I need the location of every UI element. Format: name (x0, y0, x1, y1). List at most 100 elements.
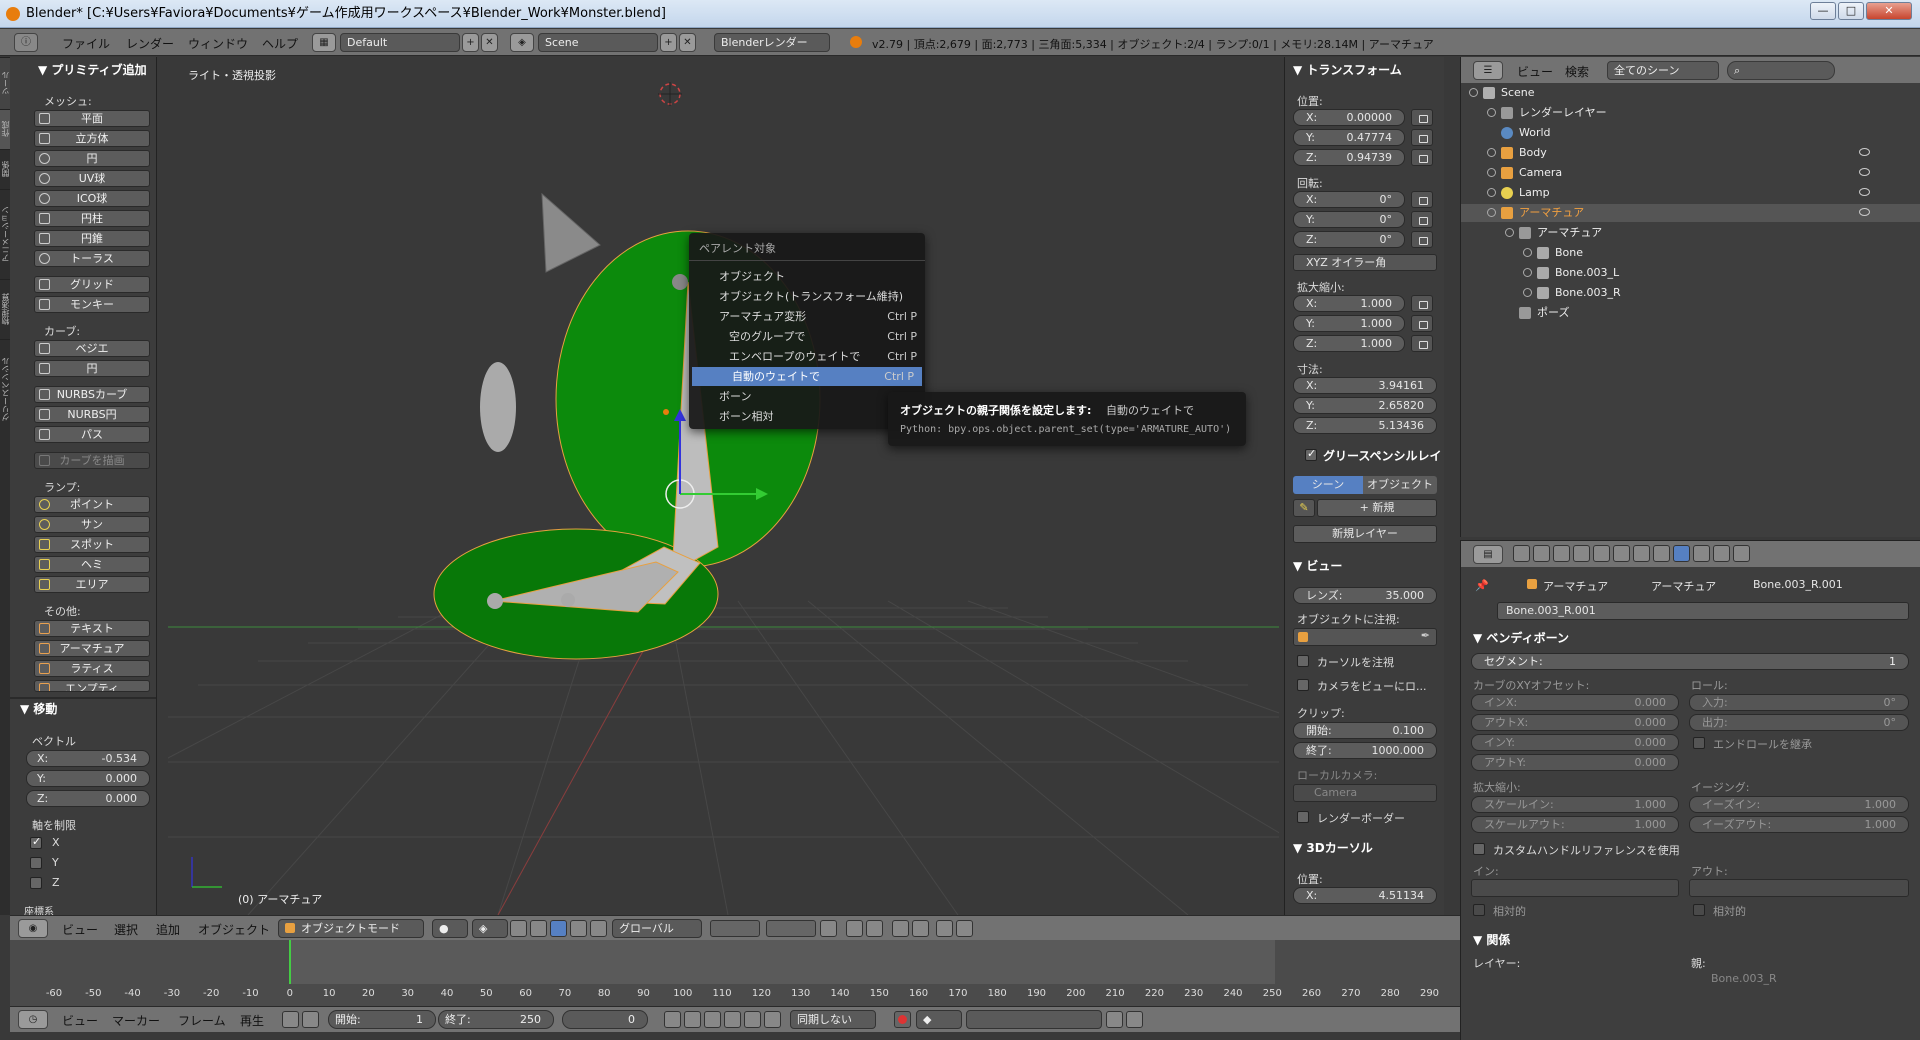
layer-buttons-b[interactable] (766, 920, 816, 937)
maximize-button[interactable]: □ (1838, 2, 1864, 20)
lock-time-icon[interactable] (302, 1011, 319, 1028)
add-empty-button[interactable]: エンプティ (34, 680, 150, 692)
grease-new-layer-button[interactable]: 新規レイヤー (1293, 525, 1437, 543)
add-lattice-button[interactable]: ラティス (34, 660, 150, 677)
relations-header[interactable]: ▼ 関係 (1473, 931, 1510, 948)
scale-manipulator-icon[interactable] (590, 920, 607, 937)
render-tab-icon[interactable] (1513, 545, 1530, 562)
add-monkey-button[interactable]: モンキー (34, 296, 150, 313)
roll-out-field[interactable]: 出力: 0° (1689, 714, 1909, 731)
grease-object-tab[interactable]: オブジェクト (1363, 476, 1437, 494)
tab-relations[interactable]: 関係 (0, 149, 10, 189)
grease-scene-tab[interactable]: シーン (1293, 476, 1363, 494)
3d-viewport[interactable]: ライト・透視投影 (0) アーマチュア (168, 57, 1279, 915)
add-layout-button[interactable]: + (462, 33, 479, 52)
handle-out-field[interactable] (1689, 879, 1909, 897)
parent-empty-groups-item[interactable]: 空のグループで Ctrl P (689, 327, 925, 346)
tab-create[interactable]: 作成 (0, 109, 10, 149)
bone-name-input[interactable]: Bone.003_R.001 (1497, 602, 1909, 620)
handle-in-field[interactable] (1471, 879, 1679, 897)
lock-rotation-x-icon[interactable] (1411, 191, 1433, 208)
add-area-lamp-button[interactable]: エリア (34, 576, 150, 593)
3d-cursor-header[interactable]: ▼ 3Dカーソル (1293, 839, 1373, 856)
lock-cursor-checkbox[interactable] (1297, 655, 1309, 667)
move-operator-header[interactable]: ▼ 移動 (20, 700, 57, 717)
grease-pencil-enable-checkbox[interactable] (1305, 447, 1317, 461)
delete-keyframe-icon[interactable] (1126, 1011, 1143, 1028)
lock-location-z-icon[interactable] (1411, 149, 1433, 166)
add-path-button[interactable]: パス (34, 426, 150, 443)
parent-object-item[interactable]: オブジェクト (689, 267, 925, 286)
outliner-row-pose[interactable]: ポーズ (1461, 304, 1920, 322)
layout-field[interactable]: Default (340, 33, 460, 52)
constraint-z-checkbox[interactable] (30, 877, 42, 889)
lock-rotation-z-icon[interactable] (1411, 231, 1433, 248)
data-tab-icon[interactable] (1653, 545, 1670, 562)
visibility-eye-icon[interactable] (1859, 188, 1870, 196)
add-icosphere-button[interactable]: ICO球 (34, 190, 150, 207)
add-hemi-lamp-button[interactable]: ヘミ (34, 556, 150, 573)
scene-icon[interactable]: ◈ (510, 33, 534, 52)
menu-file[interactable]: ファイル (62, 35, 110, 52)
layout-icon[interactable]: ▦ (312, 33, 336, 52)
grease-new-button[interactable]: + 新規 (1317, 499, 1437, 517)
lock-location-x-icon[interactable] (1411, 109, 1433, 126)
outliner-search-menu[interactable]: 検索 (1565, 63, 1589, 80)
render-layers-tab-icon[interactable] (1533, 545, 1550, 562)
bone-tab-icon[interactable] (1673, 545, 1690, 562)
current-frame-line[interactable] (289, 940, 291, 984)
timeline-menu-marker[interactable]: マーカー (112, 1012, 160, 1029)
render-engine-dropdown[interactable]: Blenderレンダー (714, 33, 830, 52)
world-tab-icon[interactable] (1573, 545, 1590, 562)
proportional-falloff-icon[interactable] (866, 920, 883, 937)
shading-dropdown[interactable]: ● (432, 919, 468, 938)
pivot-dropdown[interactable]: ◈ (472, 919, 508, 938)
rotation-z-field[interactable]: Z: 0° (1293, 231, 1405, 248)
tab-animation[interactable]: アニメーション (0, 189, 10, 279)
add-uvsphere-button[interactable]: UV球 (34, 170, 150, 187)
insert-keyframe-icon[interactable] (1106, 1011, 1123, 1028)
location-y-field[interactable]: Y: 0.47774 (1293, 129, 1405, 146)
prev-keyframe-icon[interactable] (684, 1011, 701, 1028)
visibility-eye-icon[interactable] (1859, 208, 1870, 216)
opengl-render-icon[interactable] (936, 920, 953, 937)
properties-editor-icon[interactable]: ▤ (1473, 545, 1503, 564)
roll-in-field[interactable]: 入力: 0° (1689, 694, 1909, 711)
current-frame-field[interactable]: 0 (562, 1010, 648, 1029)
outliner-row-world[interactable]: World (1461, 124, 1920, 142)
mode-dropdown[interactable]: オブジェクトモード (278, 919, 424, 938)
add-bezier-button[interactable]: ベジエ (34, 340, 150, 357)
cursor-x-field[interactable]: X: 4.51134 (1293, 887, 1437, 904)
add-point-lamp-button[interactable]: ポイント (34, 496, 150, 513)
grease-pencil-header[interactable]: グリースペンシルレイ (1323, 447, 1442, 464)
location-z-field[interactable]: Z: 0.94739 (1293, 149, 1405, 166)
delete-scene-button[interactable]: ✕ (679, 33, 696, 52)
layer-lock-icon[interactable] (820, 920, 837, 937)
layer-buttons-a[interactable] (710, 920, 760, 937)
outliner-row-body[interactable]: Body (1461, 144, 1920, 162)
rotation-y-field[interactable]: Y: 0° (1293, 211, 1405, 228)
lock-location-y-icon[interactable] (1411, 129, 1433, 146)
end-frame-field[interactable]: 終了: 250 (438, 1010, 554, 1029)
add-cylinder-button[interactable]: 円柱 (34, 210, 150, 227)
rotation-x-field[interactable]: X: 0° (1293, 191, 1405, 208)
add-sun-lamp-button[interactable]: サン (34, 516, 150, 533)
timeline-menu-playback[interactable]: 再生 (240, 1012, 264, 1029)
curve-out-y-field[interactable]: アウトY: 0.000 (1471, 754, 1679, 771)
parent-object-keep-transform-item[interactable]: オブジェクト(トランスフォーム維持) (689, 287, 925, 306)
lock-to-object-field[interactable]: ✒ (1293, 628, 1437, 646)
scene-tab-icon[interactable] (1553, 545, 1570, 562)
tab-physics[interactable]: 物理演算 (0, 279, 10, 339)
jump-end-icon[interactable] (764, 1011, 781, 1028)
dimensions-x-field[interactable]: X: 3.94161 (1293, 377, 1437, 394)
local-camera-field[interactable]: Camera (1293, 784, 1437, 802)
curve-out-x-field[interactable]: アウトX: 0.000 (1471, 714, 1679, 731)
timeline-menu-frame[interactable]: フレーム (178, 1012, 226, 1029)
physics-tab-icon[interactable] (1733, 545, 1750, 562)
outliner-view-menu[interactable]: ビュー (1517, 63, 1553, 80)
curve-in-y-field[interactable]: インY: 0.000 (1471, 734, 1679, 751)
menu-render[interactable]: レンダー (126, 35, 174, 52)
scale-x-field[interactable]: X: 1.000 (1293, 295, 1405, 312)
inherit-end-roll-checkbox[interactable] (1693, 737, 1705, 749)
play-icon[interactable] (724, 1011, 741, 1028)
